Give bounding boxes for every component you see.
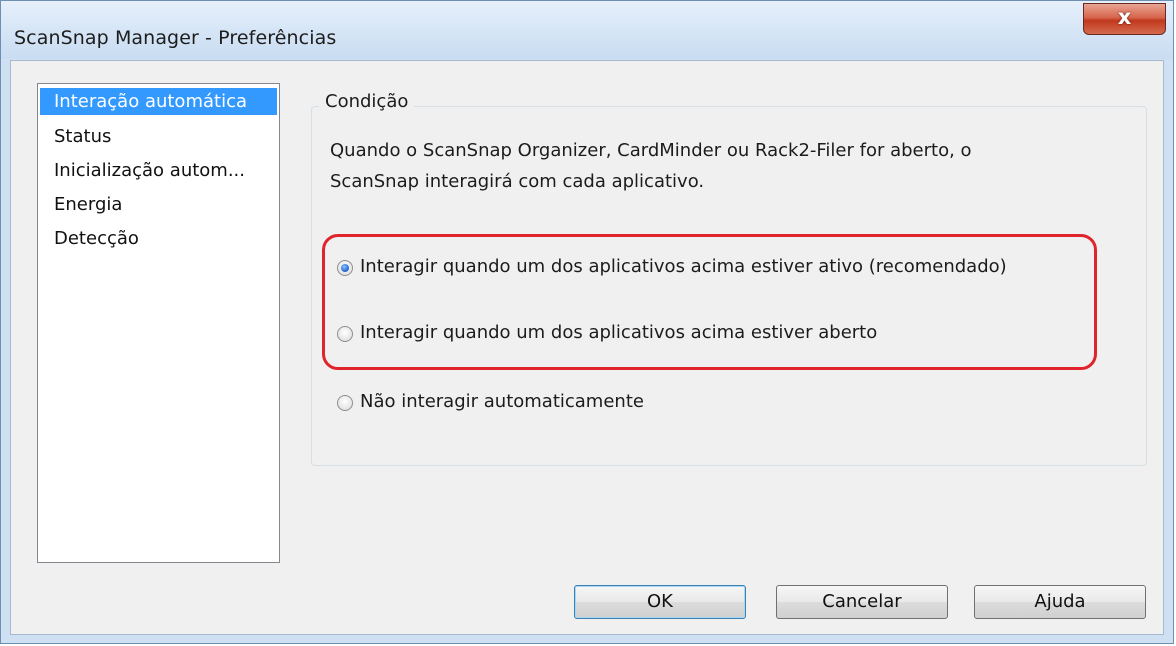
sidebar-item-inicializacao[interactable]: Inicialização autom... [40,157,277,184]
sidebar-item-status[interactable]: Status [40,123,277,150]
sidebar-item-energia[interactable]: Energia [40,191,277,218]
close-button[interactable]: x [1083,3,1166,35]
sidebar-item-deteccao[interactable]: Detecção [40,225,277,252]
title-bar[interactable]: ScanSnap Manager - Preferências x [1,1,1173,59]
sidebar-item-interacao-automatica[interactable]: Interação automática [40,88,277,115]
condition-description: Quando o ScanSnap Organizer, CardMinder … [330,135,1130,197]
window-title: ScanSnap Manager - Preferências [14,27,337,49]
description-line-1: Quando o ScanSnap Organizer, CardMinder … [330,140,972,161]
preferences-category-list[interactable]: Interação automática Status Inicializaçã… [37,83,280,563]
radio-label-none[interactable]: Não interagir automaticamente [360,391,644,412]
radio-button[interactable] [337,395,353,411]
condition-group-label: Condição [319,91,415,112]
close-icon: x [1117,5,1132,29]
preferences-window: ScanSnap Manager - Preferências x Intera… [0,0,1174,644]
ok-button[interactable]: OK [574,585,746,619]
description-line-2: ScanSnap interagirá com cada aplicativo. [330,171,705,192]
dialog-client-area: Interação automática Status Inicializaçã… [10,60,1164,635]
cancel-button[interactable]: Cancelar [776,585,948,619]
help-button[interactable]: Ajuda [974,585,1146,619]
highlight-annotation [322,234,1097,370]
